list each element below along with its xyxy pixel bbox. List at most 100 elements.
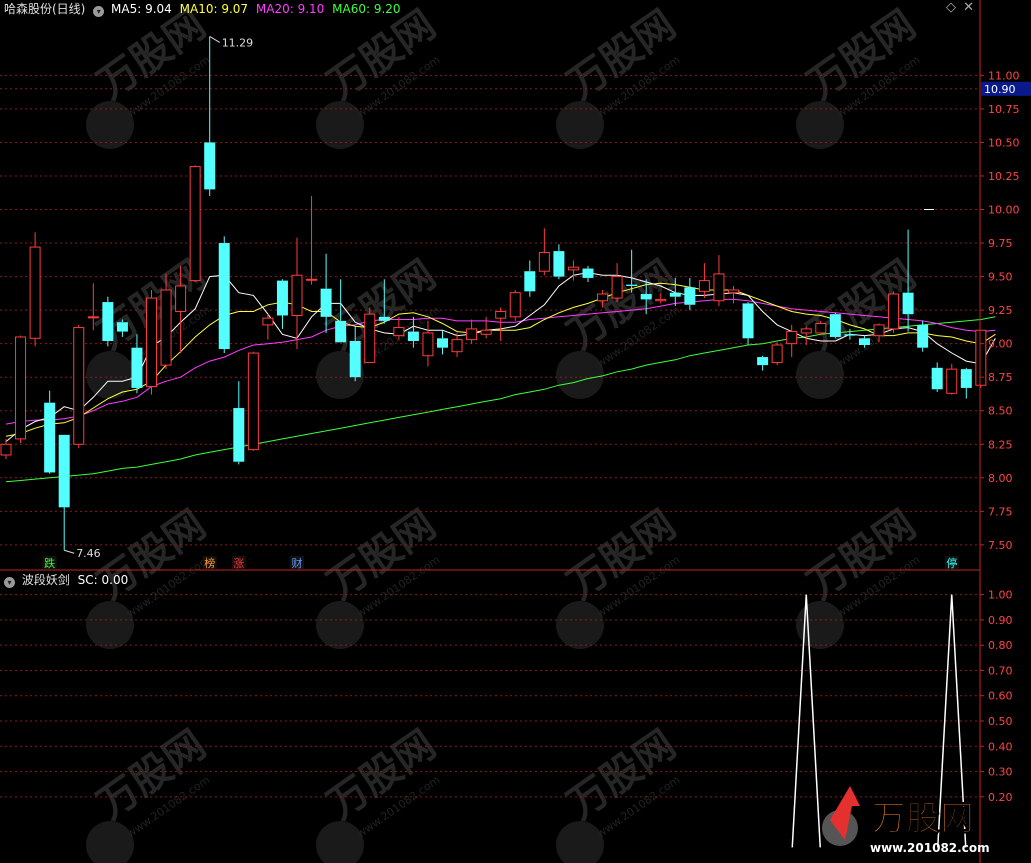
main-chart-header: 哈森股份(日线) ▾ MA5: 9.04 MA10: 9.07 MA20: 9.…: [4, 0, 401, 17]
candle-up: [480, 316, 492, 339]
candle-body: [917, 324, 929, 348]
candle-body: [0, 443, 12, 456]
candle-down: [524, 260, 536, 297]
candle-up: [975, 329, 987, 388]
candle-body: [960, 369, 972, 388]
candle-up: [538, 228, 550, 276]
sc-tick-label: 0.80: [988, 639, 1013, 652]
candle-body: [946, 368, 958, 394]
candle-up: [611, 263, 623, 303]
candle-body: [276, 280, 288, 316]
candle-body: [684, 287, 696, 305]
sc-tick-label: 0.70: [988, 664, 1013, 677]
brand-logo-text: 万股网: [872, 799, 974, 839]
price-axis: 7.50 7.75 8.00 8.25 8.50 8.75 9.00 9.25 9.50 9.75…: [0, 0, 1031, 863]
candle-body: [713, 273, 725, 302]
marker-label[interactable]: 跌: [44, 556, 55, 570]
grid-lines: [0, 74, 980, 798]
candle-body: [655, 298, 667, 302]
candle-up: [466, 319, 478, 344]
diamond-icon[interactable]: ◇: [946, 0, 956, 15]
candle-up: [247, 351, 259, 451]
price-tick-label: 8.50: [988, 405, 1013, 418]
candle-up: [728, 285, 739, 304]
candle-body: [538, 251, 550, 272]
close-icon[interactable]: ✕: [963, 0, 974, 15]
candle-body: [320, 288, 332, 317]
candle-up: [0, 438, 12, 460]
price-tick-label: 9.00: [988, 338, 1013, 351]
candle-up: [495, 307, 507, 341]
candle-body: [87, 316, 99, 319]
candle-body: [29, 246, 41, 339]
candle-up: [73, 324, 85, 449]
candle-body: [757, 357, 769, 366]
high-price-label: 11.29: [222, 36, 254, 49]
candle-down: [102, 296, 114, 347]
price-tick-label: 7.75: [988, 505, 1013, 518]
candle-up: [364, 307, 376, 363]
price-tick-label: 7.50: [988, 539, 1013, 552]
candle-body: [160, 289, 172, 366]
candle-body: [306, 278, 318, 281]
candle-up: [509, 290, 521, 321]
candle-body: [73, 327, 85, 445]
price-tick-label: 10.50: [988, 136, 1020, 149]
candle-body: [844, 334, 856, 336]
candle-body: [553, 251, 565, 277]
marker-label[interactable]: 榜: [204, 556, 215, 570]
candle-body: [567, 266, 579, 271]
candle-body: [407, 331, 419, 341]
ma60-readout: MA60: 9.20: [332, 2, 401, 16]
candle-body: [480, 329, 492, 335]
candle-body: [509, 292, 521, 318]
window-controls: ◇ ✕: [946, 0, 974, 15]
candle-up: [262, 314, 274, 340]
candle-down: [757, 355, 769, 371]
marker-label[interactable]: 停: [946, 556, 957, 570]
candle-body: [466, 328, 478, 341]
candle-body: [771, 344, 783, 363]
marker-label[interactable]: 涨: [233, 557, 244, 570]
dropdown-circle-icon[interactable]: ▾: [93, 6, 105, 17]
price-tick-label: 9.25: [988, 304, 1013, 317]
stock-chart-canvas[interactable]: 万股网www.201082.com 万股网www.201082.com 万股网www…: [0, 0, 1031, 863]
candle-body: [582, 268, 594, 278]
candle-body: [58, 434, 70, 508]
candle-up: [15, 335, 27, 443]
candle-body: [335, 320, 347, 343]
candle-down: [582, 265, 594, 282]
price-tick-label: 10.75: [988, 103, 1020, 116]
sc-tick-label: 0.30: [988, 766, 1013, 779]
candle-down: [218, 236, 230, 354]
stock-title[interactable]: 哈森股份(日线): [4, 2, 85, 16]
price-tick-label: 8.00: [988, 472, 1013, 485]
candle-body: [873, 324, 885, 337]
indicator-title[interactable]: 波段妖剑: [22, 573, 70, 587]
candle-body: [597, 293, 609, 302]
sc-tick-label: 0.50: [988, 715, 1013, 728]
marker-label[interactable]: 财: [292, 556, 303, 570]
candle-body: [524, 271, 536, 292]
candle-down: [233, 381, 245, 465]
candle-body: [175, 285, 187, 312]
candle-body: [437, 338, 448, 348]
candle-body: [116, 322, 128, 332]
ma5-readout: MA5: 9.04: [111, 2, 172, 16]
candle-body: [451, 339, 463, 353]
dropdown-circle-icon[interactable]: ▾: [4, 577, 15, 588]
candle-body: [291, 274, 303, 316]
candle-up: [698, 263, 710, 299]
candle-body: [15, 336, 27, 440]
sc-tick-label: 0.20: [988, 791, 1013, 804]
candle-down: [960, 367, 972, 399]
candle-up: [771, 342, 783, 366]
candle-up: [189, 165, 201, 282]
candle-body: [931, 367, 943, 390]
candle-down: [684, 277, 696, 311]
sc-tick-label: 0.90: [988, 614, 1013, 627]
candle-down: [931, 362, 943, 392]
candle-body: [102, 302, 114, 341]
price-tick-label: 8.75: [988, 371, 1013, 384]
candle-body: [626, 284, 638, 286]
